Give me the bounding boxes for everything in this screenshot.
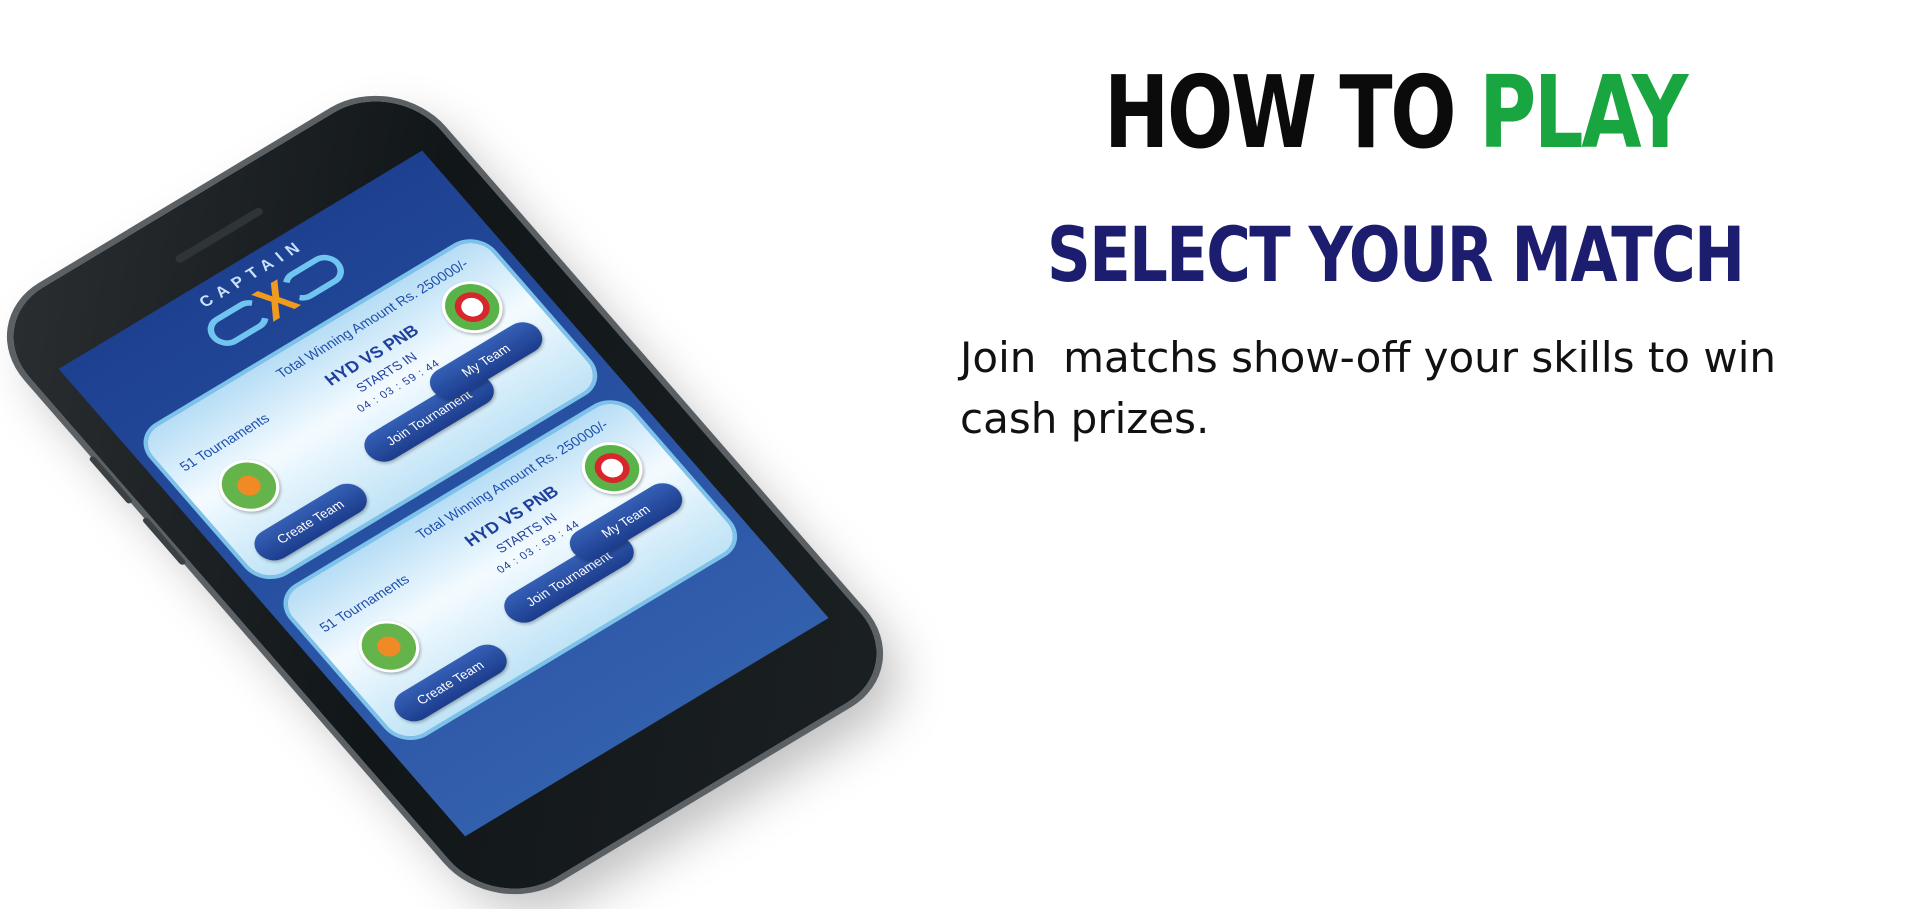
team-hyd-logo-icon [206,449,292,522]
phone-mockup: CAPTAIN X Total Winning Amount Rs. 25000… [0,76,908,909]
title-how-to: HOW TO [1104,54,1457,171]
phone-volume-up-button [88,455,134,505]
phone-screen: CAPTAIN X Total Winning Amount Rs. 25000… [58,150,829,837]
phone-body: CAPTAIN X Total Winning Amount Rs. 25000… [0,76,908,909]
step-title: SELECT YOUR MATCH [1047,210,1745,299]
team-hyd-logo-icon [346,610,432,683]
title-play: PLAY [1479,54,1688,171]
phone-volume-down-button [141,516,187,566]
step-description: Join matchs show-off your skills to win … [960,333,1790,443]
page-title: HOW TO PLAY [1056,55,1735,170]
